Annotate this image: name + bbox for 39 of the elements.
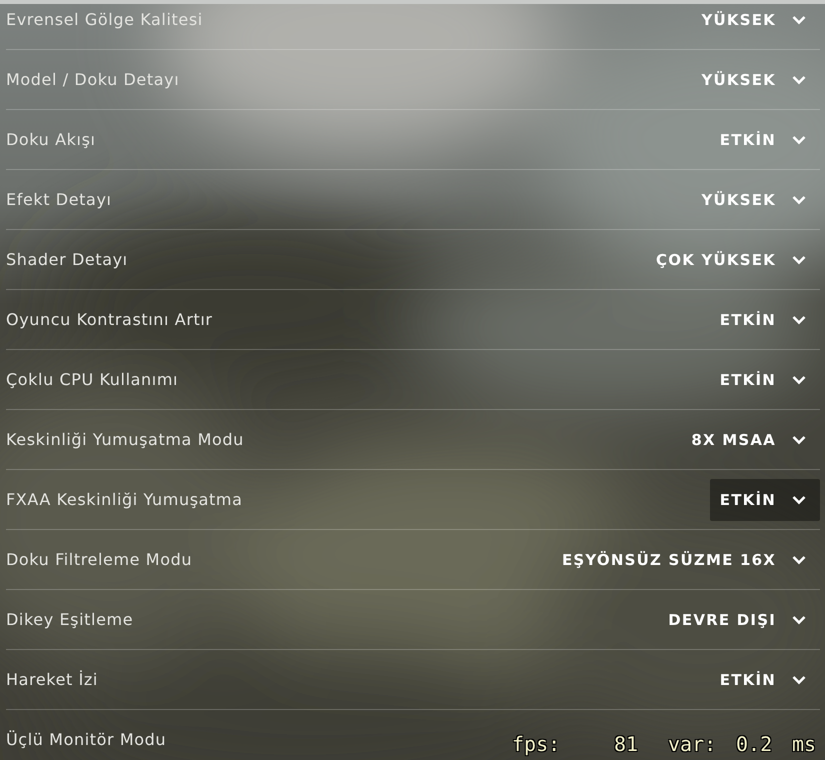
setting-dropdown[interactable]: ETKİN <box>710 358 820 400</box>
chevron-down-icon <box>792 674 806 684</box>
setting-label: Hareket İzi <box>6 670 98 689</box>
chevron-down-icon <box>792 74 806 84</box>
var-value: 0.2 <box>736 732 772 756</box>
setting-label: Üçlü Monitör Modu <box>6 730 166 749</box>
setting-dropdown[interactable]: DEVRE DIŞI <box>658 598 820 640</box>
setting-label: Keskinliği Yumuşatma Modu <box>6 430 244 449</box>
setting-label: Evrensel Gölge Kalitesi <box>6 10 203 29</box>
setting-dropdown[interactable]: ETKİN <box>710 658 820 700</box>
var-unit: ms <box>792 732 816 756</box>
chevron-down-icon <box>792 314 806 324</box>
setting-dropdown[interactable]: ETKİN <box>710 478 820 520</box>
chevron-down-icon <box>792 614 806 624</box>
chevron-down-icon <box>792 434 806 444</box>
chevron-down-icon <box>792 14 806 24</box>
chevron-down-icon <box>792 374 806 384</box>
chevron-down-icon <box>792 194 806 204</box>
setting-label: Dikey Eşitleme <box>6 610 134 629</box>
fps-label: fps: <box>512 732 560 756</box>
var-label: var: <box>668 732 716 756</box>
chevron-down-icon <box>792 494 806 504</box>
setting-label: Çoklu CPU Kullanımı <box>6 370 178 389</box>
chevron-down-icon <box>792 554 806 564</box>
fps-value: 81 <box>614 732 638 756</box>
chevron-down-icon <box>792 134 806 144</box>
setting-dropdown[interactable]: ETKİN <box>710 298 820 340</box>
setting-label: Doku Akışı <box>6 130 96 149</box>
setting-label: Doku Filtreleme Modu <box>6 550 192 569</box>
setting-label: FXAA Keskinliği Yumuşatma <box>6 490 242 509</box>
setting-dropdown[interactable]: ÇOK YÜKSEK <box>646 238 820 280</box>
chevron-down-icon <box>792 254 806 264</box>
setting-label: Efekt Detayı <box>6 190 112 209</box>
setting-dropdown[interactable]: YÜKSEK <box>691 0 820 40</box>
setting-dropdown[interactable]: 8X MSAA <box>681 418 820 460</box>
setting-dropdown[interactable]: EŞYÖNSÜZ SÜZME 16X <box>552 538 820 580</box>
setting-label: Shader Detayı <box>6 250 128 269</box>
setting-label: Model / Doku Detayı <box>6 70 180 89</box>
setting-label: Oyuncu Kontrastını Artır <box>6 310 213 329</box>
